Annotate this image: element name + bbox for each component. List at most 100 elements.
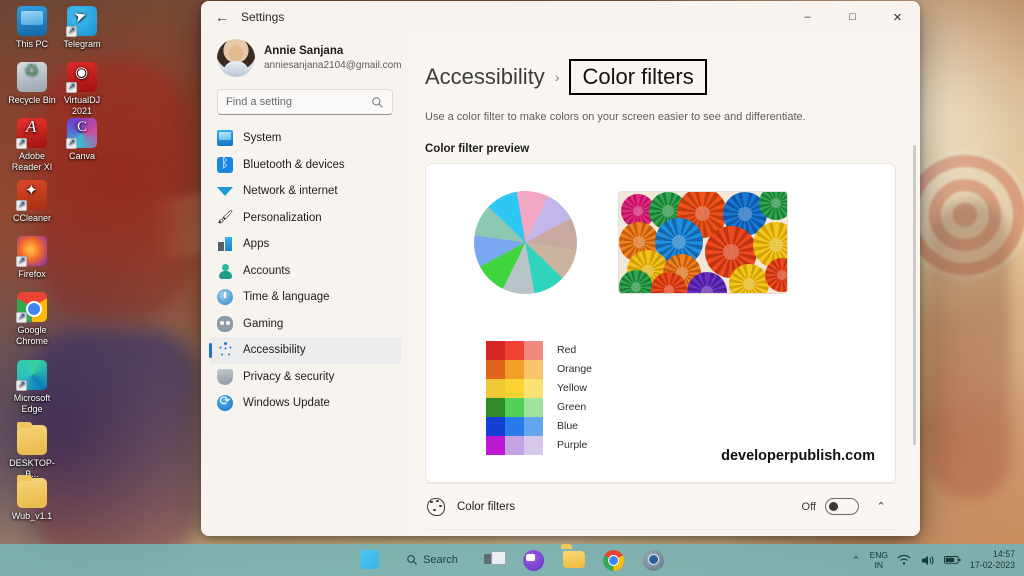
shortcut-overlay-icon [16, 256, 27, 267]
desktop[interactable]: This PCTelegram Recycle BinVirtualDJ 2021… [0, 0, 1024, 576]
sidebar-item-label: Privacy & security [243, 371, 334, 383]
color-swatch [486, 398, 505, 417]
desktop-icon[interactable]: DESKTOP-B... [6, 425, 58, 480]
desktop-icon-label: Recycle Bin [6, 95, 58, 106]
profile-name: Annie Sanjana [264, 44, 401, 59]
this-pc-icon [17, 6, 47, 36]
color-filters-setting-row[interactable]: Color filters Off ⌃ [425, 483, 896, 529]
color-swatch [505, 417, 524, 436]
paper-fans-photo [618, 191, 788, 294]
breadcrumb-parent[interactable]: Accessibility [425, 64, 545, 90]
color-swatch-label: Purple [557, 436, 592, 455]
sidebar-item-privacy-security[interactable]: Privacy & security [209, 364, 401, 391]
time-language-icon [217, 289, 233, 305]
sidebar-item-gaming[interactable]: Gaming [209, 311, 401, 338]
desktop-icon[interactable]: Adobe Reader XI [6, 118, 58, 173]
google-chrome-button[interactable] [601, 547, 627, 573]
search-input[interactable] [226, 96, 371, 108]
sidebar-item-time-language[interactable]: Time & language [209, 284, 401, 311]
desktop-icon[interactable]: Telegram [56, 6, 108, 50]
color-swatch [505, 379, 524, 398]
desktop-icon[interactable]: CCleaner [6, 180, 58, 224]
clock[interactable]: 14:57 17-02-2023 [970, 549, 1015, 571]
sidebar-item-apps[interactable]: Apps [209, 231, 401, 258]
color-swatch-label: Blue [557, 417, 592, 436]
battery-icon[interactable] [944, 555, 961, 565]
windows-update-icon [217, 395, 233, 411]
task-view-button[interactable] [481, 547, 507, 573]
desktop-icon[interactable]: Microsoft Edge [6, 360, 58, 415]
file-explorer-button[interactable] [561, 547, 587, 573]
color-swatch-label: Yellow [557, 379, 592, 398]
color-filters-toggle[interactable] [825, 498, 859, 515]
color-swatch [486, 379, 505, 398]
wallpaper-figure-right [930, 200, 1010, 500]
shortcut-overlay-icon [16, 200, 27, 211]
sidebar-item-label: Apps [243, 238, 269, 250]
taskbar-buttons: Search [357, 544, 667, 576]
minimize-button[interactable]: – [785, 1, 830, 33]
sidebar-item-network-internet[interactable]: Network & internet [209, 178, 401, 205]
color-swatch [486, 360, 505, 379]
content-scrollbar[interactable] [913, 145, 916, 445]
sidebar-item-system[interactable]: System [209, 125, 401, 152]
taskbar-search-button[interactable]: Search [397, 548, 467, 572]
maximize-button[interactable]: □ [830, 1, 875, 33]
settings-sidebar: Annie Sanjana anniesanjana2104@gmail.com… [201, 33, 409, 536]
volume-icon[interactable] [920, 554, 935, 567]
close-button[interactable]: ✕ [875, 1, 920, 33]
color-swatch [524, 360, 543, 379]
language-secondary: IN [870, 560, 888, 570]
taskbar: Search ⌃ ENG IN [0, 544, 1024, 576]
desktop-icon[interactable]: Wub_v1.1 [6, 478, 58, 522]
language-indicator[interactable]: ENG IN [870, 550, 888, 570]
watermark: developerpublish.com [721, 448, 875, 464]
search-container [209, 89, 401, 125]
sidebar-item-bluetooth-devices[interactable]: Bluetooth & devices [209, 152, 401, 179]
apps-icon [217, 236, 233, 252]
wifi-icon[interactable] [897, 554, 911, 566]
color-swatch [524, 417, 543, 436]
filter-option-row[interactable]: Red-green (green weak, deuteranopia) [425, 529, 896, 536]
sidebar-item-accessibility[interactable]: Accessibility [209, 337, 401, 364]
chevron-up-icon[interactable]: ⌃ [868, 495, 894, 519]
settings-window[interactable]: ← Settings – □ ✕ Annie Sanjana anniesanj… [201, 1, 920, 536]
desktop-icon[interactable]: This PC [6, 6, 58, 50]
recycle-bin-icon [17, 62, 47, 92]
user-profile[interactable]: Annie Sanjana anniesanjana2104@gmail.com [209, 33, 401, 89]
sidebar-item-label: Gaming [243, 318, 283, 330]
ccleaner-icon [17, 180, 47, 210]
color-filters-label: Color filters [457, 501, 515, 513]
search-icon [371, 96, 384, 109]
desktop-icon[interactable]: VirtualDJ 2021 [56, 62, 108, 117]
chat-button[interactable] [521, 547, 547, 573]
sidebar-item-windows-update[interactable]: Windows Update [209, 390, 401, 417]
page-subtitle: Use a color filter to make colors on you… [425, 111, 896, 123]
shortcut-overlay-icon [16, 380, 27, 391]
desktop-icon[interactable]: Recycle Bin [6, 62, 58, 106]
chevron-up-icon[interactable]: ⌃ [851, 554, 860, 567]
settings-button[interactable] [641, 547, 667, 573]
color-swatch [524, 436, 543, 455]
search-box[interactable] [217, 89, 393, 115]
sidebar-item-personalization[interactable]: Personalization [209, 205, 401, 232]
language-primary: ENG [870, 550, 888, 560]
shortcut-overlay-icon [66, 138, 77, 149]
system-icon [217, 130, 233, 146]
desktop-icon[interactable]: Google Chrome [6, 292, 58, 347]
canva-icon [67, 118, 97, 148]
sidebar-item-label: Windows Update [243, 397, 330, 409]
sidebar-item-label: Bluetooth & devices [243, 159, 345, 171]
desktop-icon-label: Canva [56, 151, 108, 162]
shortcut-overlay-icon [66, 82, 77, 93]
breadcrumb: Accessibility › Color filters [425, 33, 896, 95]
desktop-icon[interactable]: Firefox [6, 236, 58, 280]
color-swatch [524, 379, 543, 398]
back-arrow-icon[interactable]: ← [207, 3, 237, 31]
windows-start-icon[interactable] [357, 547, 383, 573]
settings-icon [643, 550, 664, 571]
desktop-icon-label: Adobe Reader XI [6, 151, 58, 173]
palette-icon [427, 498, 445, 516]
sidebar-item-accounts[interactable]: Accounts [209, 258, 401, 285]
desktop-icon[interactable]: Canva [56, 118, 108, 162]
